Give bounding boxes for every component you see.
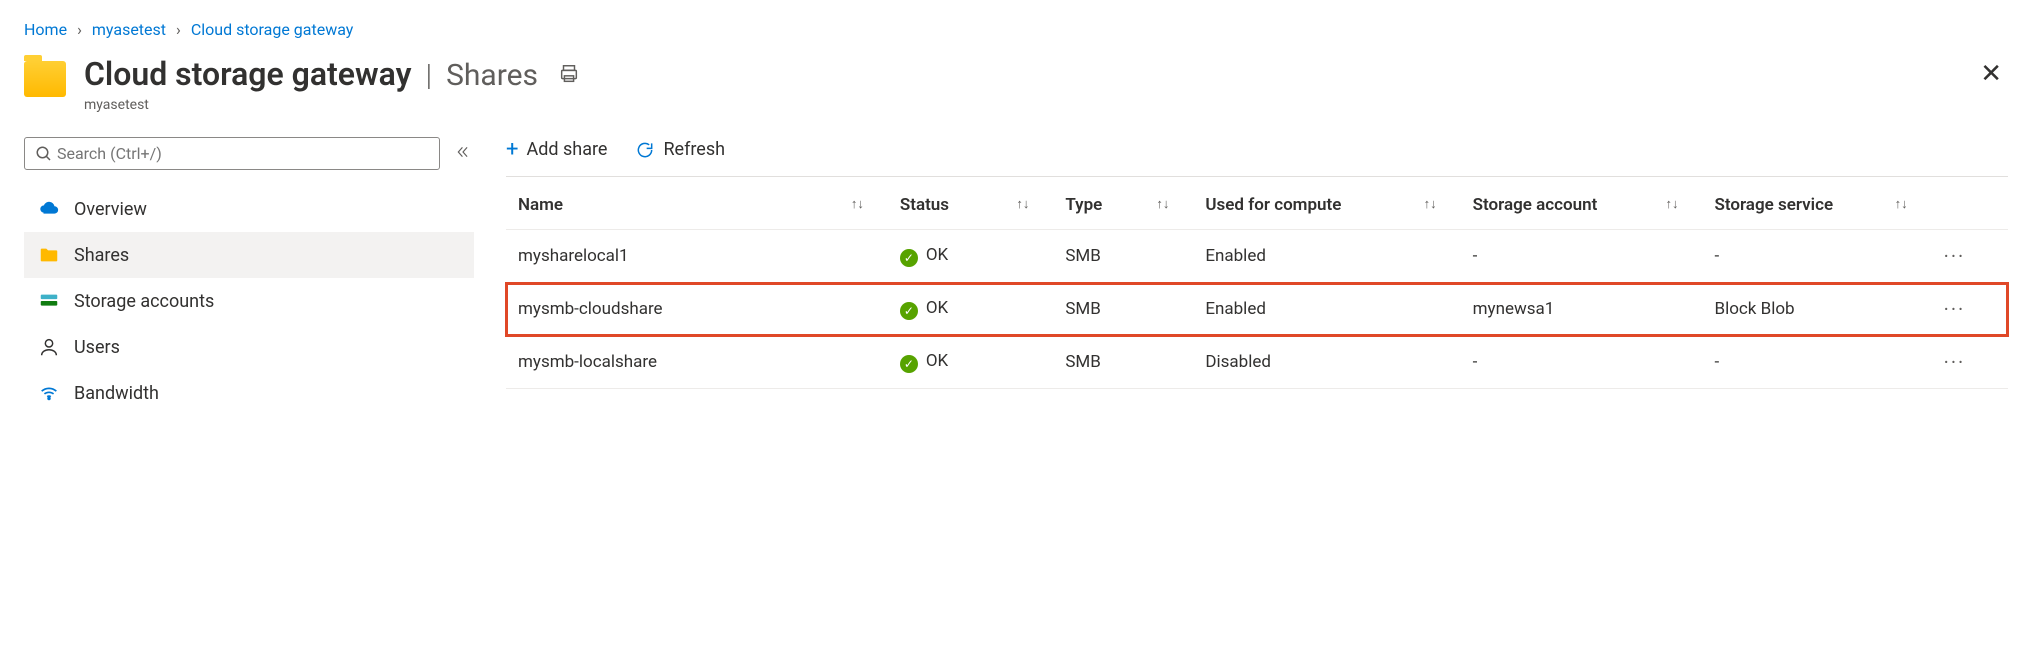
cloud-icon	[38, 198, 60, 220]
chevron-right-icon: ›	[176, 20, 181, 39]
table-row[interactable]: mysmb-cloudshare✓OKSMBEnabledmynewsa1Blo…	[506, 283, 2008, 336]
page-title: Cloud storage gateway	[84, 55, 411, 93]
col-svc[interactable]: Storage service↑↓	[1702, 181, 1931, 230]
sidebar-item-storage-accounts[interactable]: Storage accounts	[24, 278, 474, 324]
cell-acct: -	[1461, 230, 1703, 283]
sidebar-item-label: Users	[74, 337, 120, 358]
cell-type: SMB	[1053, 230, 1193, 283]
table-row[interactable]: mysmb-localshare✓OKSMBDisabled--···	[506, 336, 2008, 389]
sidebar-item-bandwidth[interactable]: Bandwidth	[24, 370, 474, 416]
cell-acct: -	[1461, 336, 1703, 389]
folder-icon	[24, 61, 66, 97]
sort-icon: ↑↓	[1665, 200, 1678, 209]
col-status[interactable]: Status↑↓	[888, 181, 1053, 230]
sidebar-nav: Overview Shares Storage accounts Users	[24, 186, 474, 416]
collapse-sidebar-button[interactable]	[452, 141, 474, 167]
cell-name[interactable]: mysmb-cloudshare	[506, 283, 888, 336]
cell-svc: -	[1702, 230, 1931, 283]
page-subsection: Shares	[446, 58, 538, 93]
toolbar-label: Refresh	[663, 139, 725, 160]
table-row[interactable]: mysharelocal1✓OKSMBEnabled--···	[506, 230, 2008, 283]
row-actions-menu[interactable]: ···	[1944, 297, 1966, 321]
chevron-right-icon: ›	[77, 20, 82, 39]
col-actions	[1932, 181, 2008, 230]
sidebar-item-label: Overview	[74, 199, 147, 220]
plus-icon: +	[506, 137, 518, 162]
row-actions-menu[interactable]: ···	[1944, 244, 1966, 268]
add-share-button[interactable]: + Add share	[506, 137, 607, 162]
toolbar-label: Add share	[526, 139, 607, 160]
col-type[interactable]: Type↑↓	[1053, 181, 1193, 230]
search-input[interactable]	[57, 144, 429, 163]
check-icon: ✓	[900, 302, 918, 320]
search-box[interactable]	[24, 137, 440, 170]
cell-name[interactable]: mysmb-localshare	[506, 336, 888, 389]
col-used[interactable]: Used for compute↑↓	[1193, 181, 1460, 230]
search-icon	[35, 145, 53, 163]
folder-icon	[38, 244, 60, 266]
breadcrumb-resource[interactable]: myasetest	[92, 20, 166, 39]
col-name[interactable]: Name↑↓	[506, 181, 888, 230]
sidebar-item-users[interactable]: Users	[24, 324, 474, 370]
col-acct[interactable]: Storage account↑↓	[1461, 181, 1703, 230]
cell-status: ✓OK	[888, 283, 1053, 336]
cell-type: SMB	[1053, 336, 1193, 389]
sort-icon: ↑↓	[1895, 200, 1908, 209]
refresh-icon	[635, 140, 655, 160]
shares-table: Name↑↓ Status↑↓ Type↑↓ Used for compute↑…	[506, 181, 2008, 389]
sidebar-item-overview[interactable]: Overview	[24, 186, 474, 232]
sort-icon: ↑↓	[1156, 200, 1169, 209]
sidebar-item-shares[interactable]: Shares	[24, 232, 474, 278]
storage-icon	[38, 290, 60, 312]
title-separator: |	[425, 58, 432, 93]
check-icon: ✓	[900, 249, 918, 267]
bandwidth-icon	[38, 382, 60, 404]
breadcrumb-home[interactable]: Home	[24, 20, 67, 39]
cell-svc: Block Blob	[1702, 283, 1931, 336]
page-header: Cloud storage gateway | Shares myasetest…	[24, 55, 2008, 113]
cell-name[interactable]: mysharelocal1	[506, 230, 888, 283]
cell-status: ✓OK	[888, 230, 1053, 283]
sidebar-item-label: Shares	[74, 245, 129, 266]
cell-used: Enabled	[1193, 283, 1460, 336]
sort-icon: ↑↓	[1424, 200, 1437, 209]
cell-used: Disabled	[1193, 336, 1460, 389]
sort-icon: ↑↓	[851, 200, 864, 209]
cell-status: ✓OK	[888, 336, 1053, 389]
breadcrumb: Home › myasetest › Cloud storage gateway	[24, 20, 2008, 39]
row-actions-menu[interactable]: ···	[1944, 350, 1966, 374]
cell-svc: -	[1702, 336, 1931, 389]
refresh-button[interactable]: Refresh	[635, 139, 725, 160]
sidebar-item-label: Storage accounts	[74, 291, 214, 312]
print-icon[interactable]	[558, 63, 580, 89]
sidebar-item-label: Bandwidth	[74, 383, 159, 404]
cell-used: Enabled	[1193, 230, 1460, 283]
check-icon: ✓	[900, 355, 918, 373]
close-button[interactable]: ✕	[1974, 55, 2008, 93]
cell-type: SMB	[1053, 283, 1193, 336]
breadcrumb-section[interactable]: Cloud storage gateway	[191, 20, 354, 39]
cell-acct: mynewsa1	[1461, 283, 1703, 336]
sort-icon: ↑↓	[1016, 200, 1029, 209]
resource-name: myasetest	[84, 97, 580, 113]
user-icon	[38, 336, 60, 358]
toolbar: + Add share Refresh	[506, 137, 2008, 177]
